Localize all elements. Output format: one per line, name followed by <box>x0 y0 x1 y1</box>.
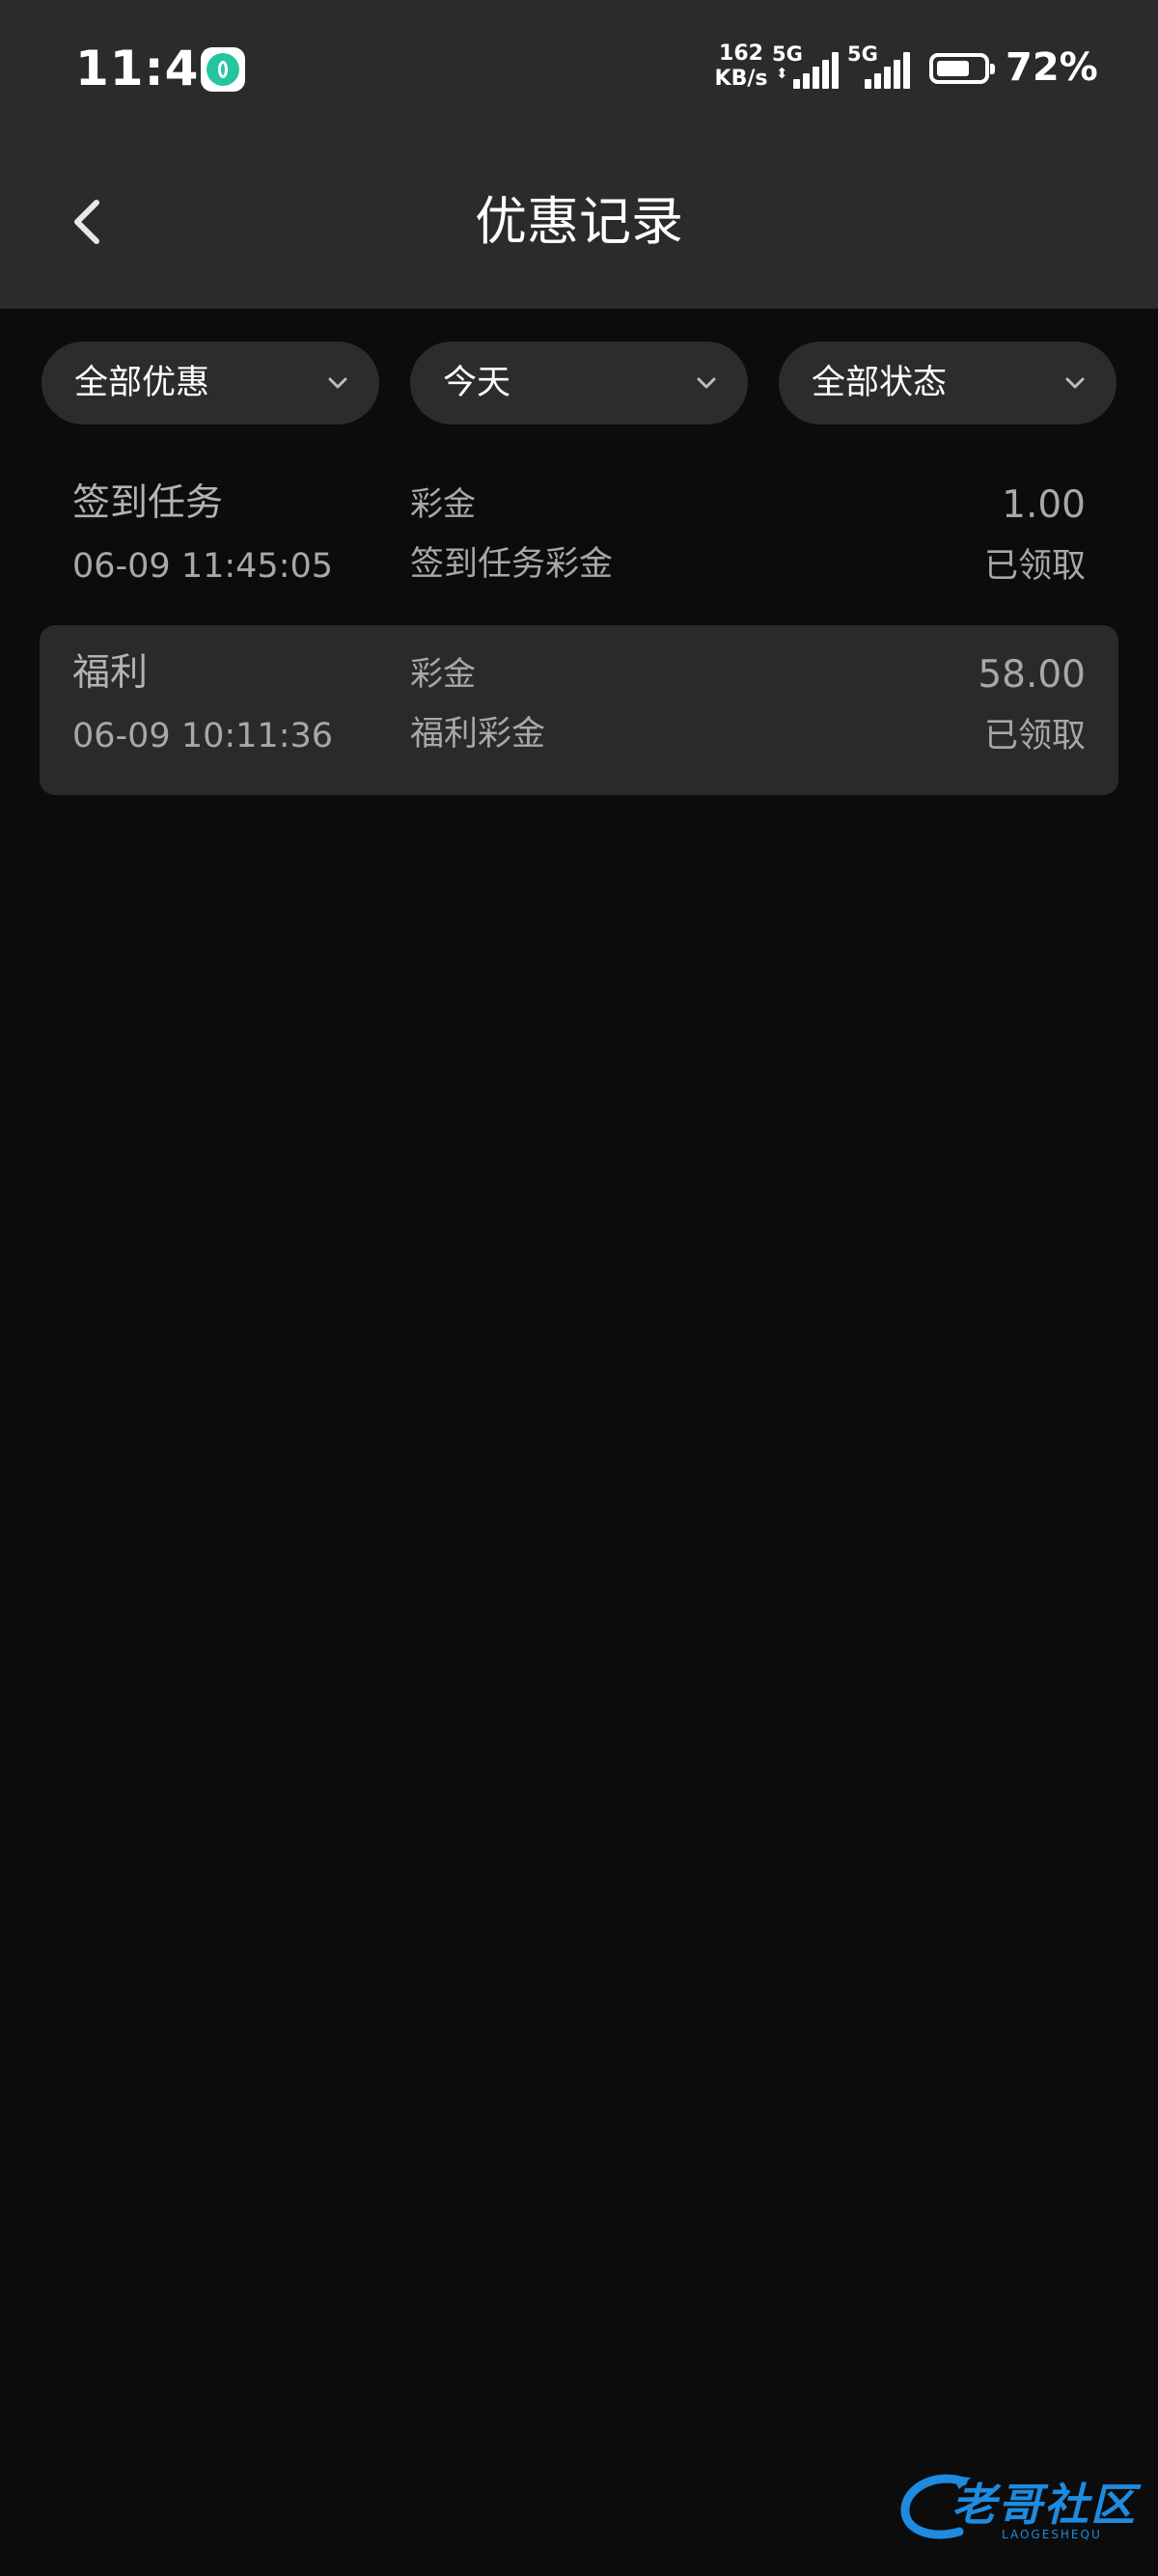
battery-percentage: 72% <box>1006 45 1098 90</box>
top-bar: 11:45 162 KB/s 5G ⬍ 5G 72% 优惠记录 <box>0 0 1158 309</box>
record-status: 已领取 <box>983 717 1086 755</box>
filter-bar: 全部优惠 今天 全部状态 <box>0 309 1158 434</box>
record-time: 06-09 10:11:36 <box>72 717 334 755</box>
record-amount: 58.00 <box>978 653 1086 697</box>
filter-label: 全部状态 <box>812 364 948 402</box>
watermark-logo: 老哥社区 LAOGESHEQU <box>896 2460 1137 2557</box>
record-name: 福利 <box>72 651 149 695</box>
record-item[interactable]: 签到任务 06-09 11:45:05 彩金 签到任务彩金 1.00 已领取 <box>40 455 1118 625</box>
record-amount: 1.00 <box>1002 483 1086 527</box>
network-speed: 162 KB/s <box>712 41 770 92</box>
filter-date-range[interactable]: 今天 <box>410 342 748 425</box>
page-title: 优惠记录 <box>475 191 683 252</box>
chevron-down-icon <box>1065 377 1085 389</box>
network-speed-unit: KB/s <box>714 67 768 91</box>
record-item[interactable]: 福利 06-09 10:11:36 彩金 福利彩金 58.00 已领取 <box>40 625 1118 795</box>
battery-icon <box>929 53 995 84</box>
record-time: 06-09 11:45:05 <box>72 547 334 586</box>
record-type: 彩金 <box>410 655 476 694</box>
filter-status[interactable]: 全部状态 <box>779 342 1117 425</box>
record-description: 福利彩金 <box>410 715 546 754</box>
chevron-down-icon <box>328 377 347 389</box>
battery-fill <box>937 61 969 76</box>
app-notification-icon <box>201 47 245 92</box>
sim2-network-type: 5G <box>847 42 878 66</box>
filter-promotion-type[interactable]: 全部优惠 <box>41 342 379 425</box>
watermark-subtext: LAOGESHEQU <box>1002 2528 1102 2541</box>
data-activity-icon: ⬍ <box>776 65 788 82</box>
network-speed-value: 162 <box>719 41 763 66</box>
record-name: 签到任务 <box>72 481 224 525</box>
chevron-down-icon <box>697 377 716 389</box>
filter-label: 全部优惠 <box>74 364 210 402</box>
record-description: 签到任务彩金 <box>410 545 614 584</box>
record-type: 彩金 <box>410 485 476 524</box>
sim1-network-type: 5G <box>772 42 803 66</box>
sim1-signal-icon: 5G ⬍ <box>772 42 840 91</box>
filter-label: 今天 <box>443 364 511 402</box>
sim2-signal-icon: 5G <box>847 42 915 91</box>
watermark-text: 老哥社区 <box>951 2479 1137 2531</box>
record-status: 已领取 <box>983 547 1086 586</box>
